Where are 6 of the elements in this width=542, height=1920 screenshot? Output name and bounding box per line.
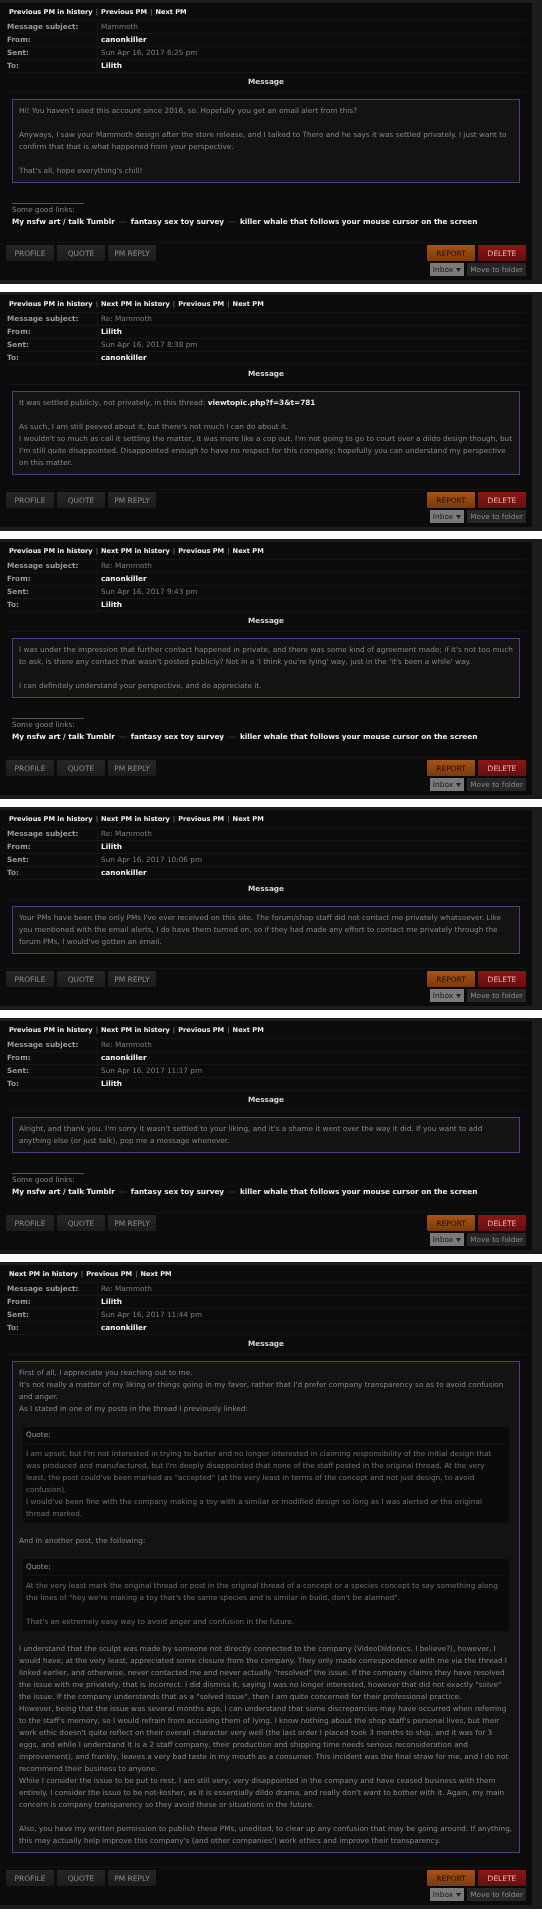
caret-icon [456,514,462,519]
caret-icon [456,782,462,787]
caret-icon [456,1237,462,1242]
caret-icon [456,993,462,998]
caret-icon [456,1892,462,1897]
caret-icon [456,267,462,272]
